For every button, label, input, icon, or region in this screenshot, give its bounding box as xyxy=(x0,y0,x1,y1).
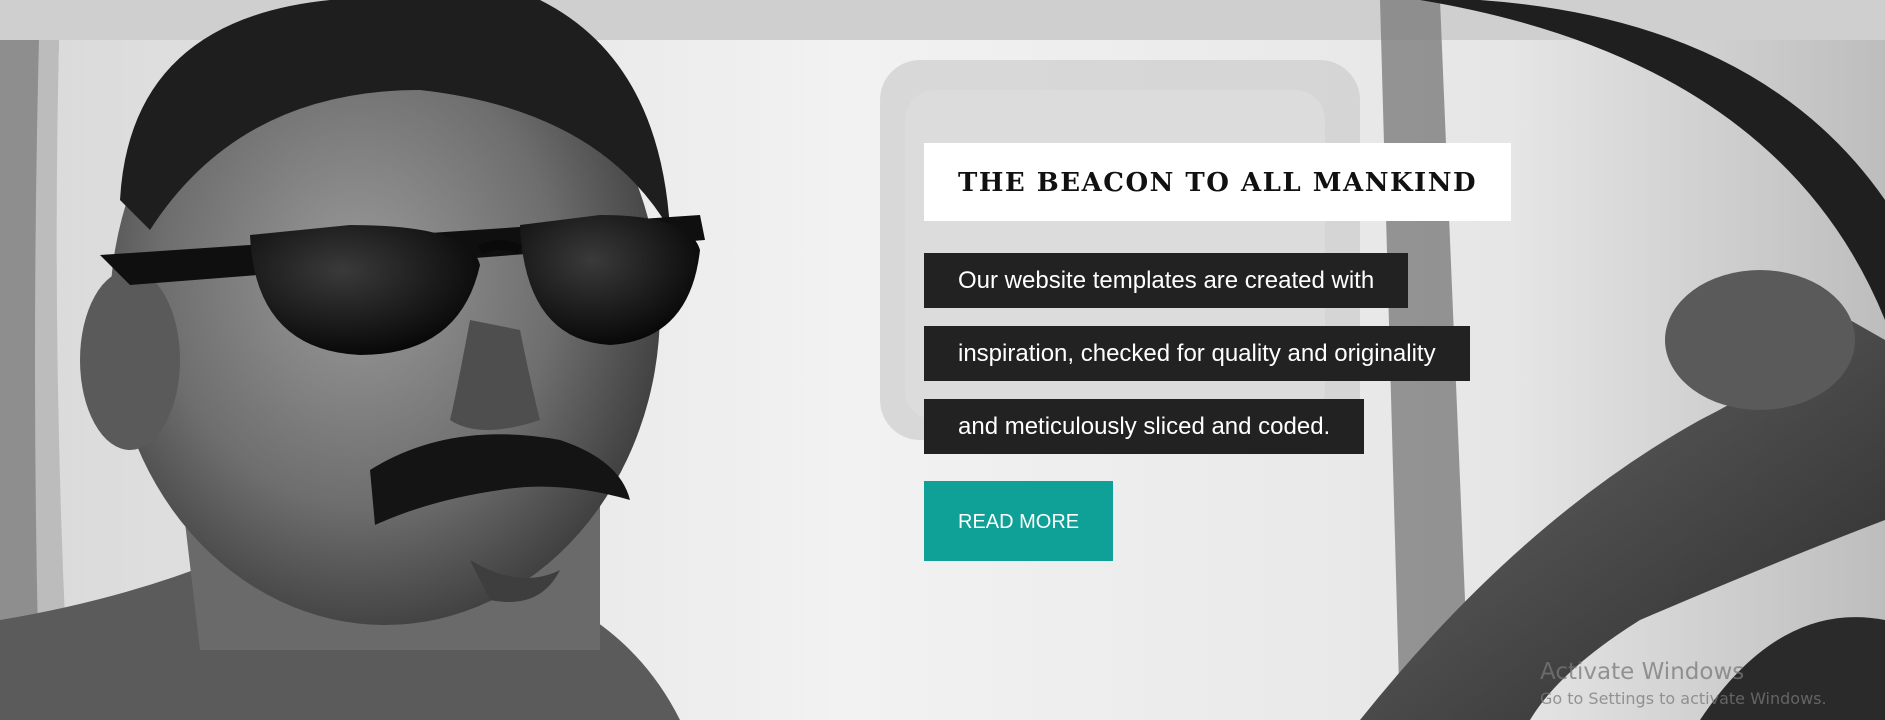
watermark-subtitle: Go to Settings to activate Windows. xyxy=(1540,689,1827,708)
hero-banner: THE BEACON TO ALL MANKIND Our website te… xyxy=(0,0,1885,720)
hero-description-line: Our website templates are created with xyxy=(924,253,1409,308)
hero-title: THE BEACON TO ALL MANKIND xyxy=(924,143,1512,221)
windows-activation-watermark: Activate Windows Go to Settings to activ… xyxy=(1540,657,1827,711)
hero-caption: THE BEACON TO ALL MANKIND Our website te… xyxy=(924,143,1624,561)
hero-description-line: and meticulously sliced and coded. xyxy=(924,399,1365,454)
watermark-title: Activate Windows xyxy=(1540,659,1745,685)
hero-description-line: inspiration, checked for quality and ori… xyxy=(924,326,1470,381)
read-more-button[interactable]: READ MORE xyxy=(924,481,1114,561)
